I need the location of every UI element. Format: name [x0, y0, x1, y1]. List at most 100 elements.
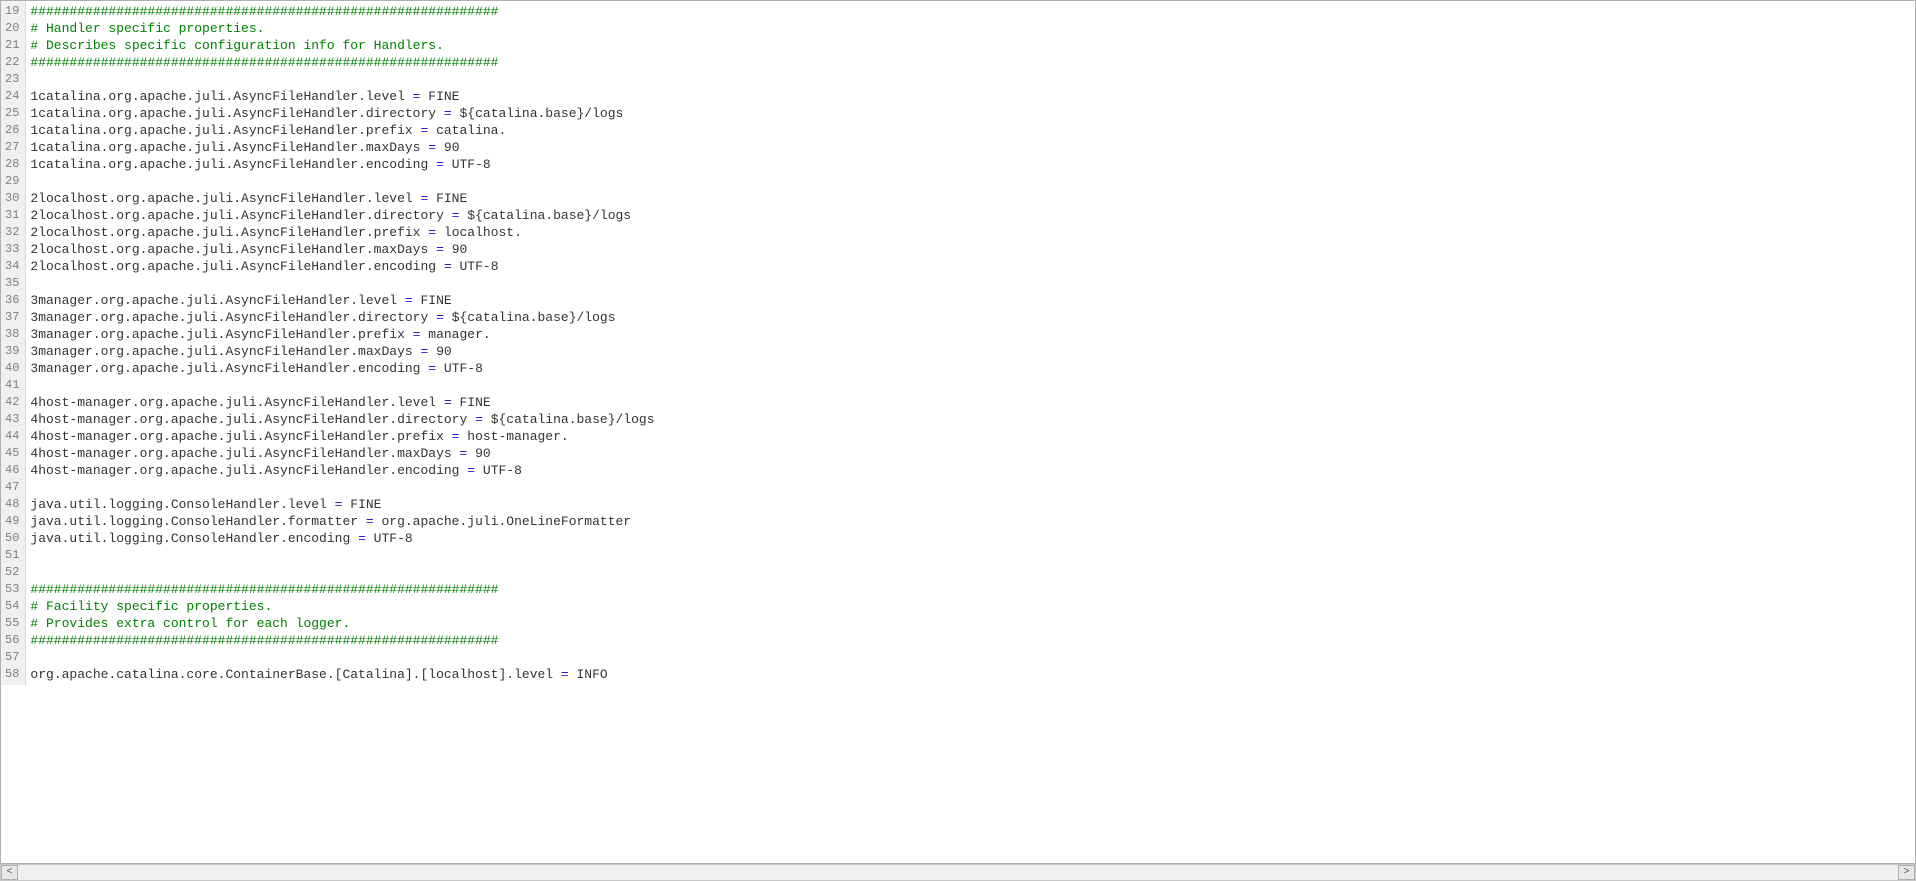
equals-operator: =	[420, 225, 443, 240]
property-key: 4host-manager.org.apache.juli.AsyncFileH…	[30, 412, 467, 427]
comment-text: ########################################…	[30, 582, 498, 597]
equals-operator: =	[459, 463, 482, 478]
code-line[interactable]	[30, 71, 1915, 88]
code-line[interactable]: 3manager.org.apache.juli.AsyncFileHandle…	[30, 360, 1915, 377]
code-line[interactable]: 3manager.org.apache.juli.AsyncFileHandle…	[30, 309, 1915, 326]
code-line[interactable]	[30, 564, 1915, 581]
code-line[interactable]: java.util.logging.ConsoleHandler.encodin…	[30, 530, 1915, 547]
property-value: catalina.	[436, 123, 506, 138]
code-line[interactable]: 4host-manager.org.apache.juli.AsyncFileH…	[30, 411, 1915, 428]
comment-text: ########################################…	[30, 633, 498, 648]
code-line[interactable]: # Handler specific properties.	[30, 20, 1915, 37]
line-number: 46	[5, 462, 19, 479]
code-line[interactable]: 3manager.org.apache.juli.AsyncFileHandle…	[30, 326, 1915, 343]
property-key: 4host-manager.org.apache.juli.AsyncFileH…	[30, 446, 451, 461]
code-line[interactable]	[30, 547, 1915, 564]
code-line[interactable]: # Facility specific properties.	[30, 598, 1915, 615]
equals-operator: =	[405, 327, 428, 342]
property-key: 1catalina.org.apache.juli.AsyncFileHandl…	[30, 140, 420, 155]
line-number: 38	[5, 326, 19, 343]
code-line[interactable]: 1catalina.org.apache.juli.AsyncFileHandl…	[30, 139, 1915, 156]
property-value: FINE	[428, 89, 459, 104]
code-line[interactable]: # Provides extra control for each logger…	[30, 615, 1915, 632]
code-line[interactable]: ########################################…	[30, 581, 1915, 598]
equals-operator: =	[428, 242, 451, 257]
line-number: 47	[5, 479, 19, 496]
code-line[interactable]: java.util.logging.ConsoleHandler.formatt…	[30, 513, 1915, 530]
code-line[interactable]: 2localhost.org.apache.juli.AsyncFileHand…	[30, 190, 1915, 207]
code-editor[interactable]: 1920212223242526272829303132333435363738…	[0, 0, 1916, 864]
property-value: 90	[475, 446, 491, 461]
code-line[interactable]: 2localhost.org.apache.juli.AsyncFileHand…	[30, 207, 1915, 224]
code-lines[interactable]: ########################################…	[26, 1, 1915, 685]
property-value: org.apache.juli.OneLineFormatter	[381, 514, 631, 529]
property-key: 1catalina.org.apache.juli.AsyncFileHandl…	[30, 106, 436, 121]
property-key: 3manager.org.apache.juli.AsyncFileHandle…	[30, 344, 412, 359]
code-line[interactable]: 1catalina.org.apache.juli.AsyncFileHandl…	[30, 88, 1915, 105]
equals-operator: =	[358, 514, 381, 529]
code-line[interactable]: 3manager.org.apache.juli.AsyncFileHandle…	[30, 292, 1915, 309]
property-key: 4host-manager.org.apache.juli.AsyncFileH…	[30, 395, 436, 410]
property-value: FINE	[420, 293, 451, 308]
property-key: 4host-manager.org.apache.juli.AsyncFileH…	[30, 429, 443, 444]
line-number: 40	[5, 360, 19, 377]
code-line[interactable]: 2localhost.org.apache.juli.AsyncFileHand…	[30, 258, 1915, 275]
property-value: UTF-8	[483, 463, 522, 478]
line-number: 26	[5, 122, 19, 139]
equals-operator: =	[467, 412, 490, 427]
line-number: 34	[5, 258, 19, 275]
property-value: 90	[452, 242, 468, 257]
code-line[interactable]: 4host-manager.org.apache.juli.AsyncFileH…	[30, 428, 1915, 445]
scroll-right-button[interactable]: >	[1898, 865, 1915, 880]
property-key: 1catalina.org.apache.juli.AsyncFileHandl…	[30, 157, 428, 172]
code-line[interactable]: 2localhost.org.apache.juli.AsyncFileHand…	[30, 224, 1915, 241]
line-number-gutter: 1920212223242526272829303132333435363738…	[1, 1, 26, 685]
code-area: 1920212223242526272829303132333435363738…	[1, 1, 1915, 863]
code-line[interactable]: 4host-manager.org.apache.juli.AsyncFileH…	[30, 462, 1915, 479]
code-line[interactable]	[30, 275, 1915, 292]
property-key: 3manager.org.apache.juli.AsyncFileHandle…	[30, 293, 397, 308]
code-line[interactable]: 2localhost.org.apache.juli.AsyncFileHand…	[30, 241, 1915, 258]
code-line[interactable]: # Describes specific configuration info …	[30, 37, 1915, 54]
code-line[interactable]: 4host-manager.org.apache.juli.AsyncFileH…	[30, 445, 1915, 462]
code-line[interactable]: ########################################…	[30, 54, 1915, 71]
property-value: UTF-8	[459, 259, 498, 274]
code-line[interactable]	[30, 173, 1915, 190]
line-number: 37	[5, 309, 19, 326]
property-value: ${catalina.base}/logs	[491, 412, 655, 427]
line-number: 35	[5, 275, 19, 292]
code-line[interactable]: 1catalina.org.apache.juli.AsyncFileHandl…	[30, 122, 1915, 139]
code-line[interactable]: 3manager.org.apache.juli.AsyncFileHandle…	[30, 343, 1915, 360]
chevron-left-icon: <	[6, 867, 12, 878]
code-line[interactable]: java.util.logging.ConsoleHandler.level =…	[30, 496, 1915, 513]
equals-operator: =	[436, 259, 459, 274]
property-value: localhost.	[444, 225, 522, 240]
property-key: 2localhost.org.apache.juli.AsyncFileHand…	[30, 259, 436, 274]
code-line[interactable]: org.apache.catalina.core.ContainerBase.[…	[30, 666, 1915, 683]
line-number: 57	[5, 649, 19, 666]
code-line[interactable]: ########################################…	[30, 632, 1915, 649]
property-key: 2localhost.org.apache.juli.AsyncFileHand…	[30, 242, 428, 257]
code-line[interactable]	[30, 649, 1915, 666]
code-line[interactable]: 1catalina.org.apache.juli.AsyncFileHandl…	[30, 156, 1915, 173]
property-value: INFO	[577, 667, 608, 682]
line-number: 41	[5, 377, 19, 394]
code-line[interactable]: 1catalina.org.apache.juli.AsyncFileHandl…	[30, 105, 1915, 122]
property-key: 1catalina.org.apache.juli.AsyncFileHandl…	[30, 89, 404, 104]
horizontal-scrollbar[interactable]: < >	[0, 864, 1916, 881]
property-value: UTF-8	[452, 157, 491, 172]
scroll-track[interactable]	[18, 865, 1898, 880]
code-line[interactable]	[30, 479, 1915, 496]
property-value: FINE	[350, 497, 381, 512]
property-key: java.util.logging.ConsoleHandler.level	[30, 497, 326, 512]
scroll-left-button[interactable]: <	[1, 865, 18, 880]
line-number: 42	[5, 394, 19, 411]
code-line[interactable]	[30, 377, 1915, 394]
code-line[interactable]: 4host-manager.org.apache.juli.AsyncFileH…	[30, 394, 1915, 411]
comment-text: # Facility specific properties.	[30, 599, 272, 614]
code-line[interactable]: ########################################…	[30, 3, 1915, 20]
equals-operator: =	[444, 208, 467, 223]
property-key: java.util.logging.ConsoleHandler.formatt…	[30, 514, 358, 529]
line-number: 52	[5, 564, 19, 581]
line-number: 45	[5, 445, 19, 462]
